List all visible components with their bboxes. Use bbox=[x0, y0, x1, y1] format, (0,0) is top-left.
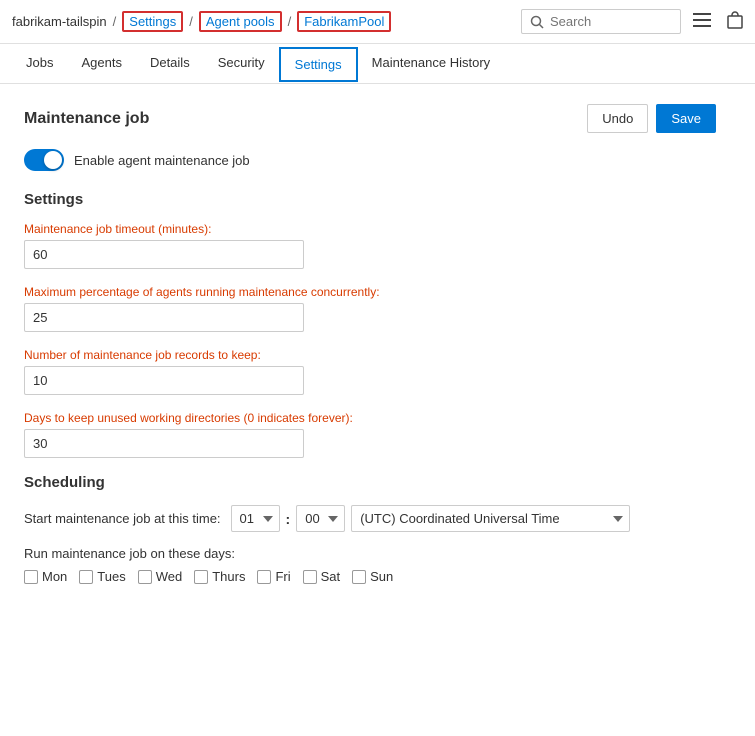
tab-settings[interactable]: Settings bbox=[279, 47, 358, 82]
toggle-knob bbox=[44, 151, 62, 169]
toggle-label: Enable agent maintenance job bbox=[74, 153, 250, 168]
start-time-label: Start maintenance job at this time: bbox=[24, 511, 221, 526]
day-item-sun: Sun bbox=[352, 569, 393, 584]
days-row: Mon Tues Wed Thurs Fri Sat bbox=[24, 569, 716, 584]
day-checkbox-thurs[interactable] bbox=[194, 570, 208, 584]
field-days-label: Days to keep unused working directories … bbox=[24, 411, 716, 425]
breadcrumb: fabrikam-tailspin / Settings / Agent poo… bbox=[12, 11, 521, 32]
settings-subtitle: Settings bbox=[24, 191, 716, 208]
breadcrumb-fabrikam-pool[interactable]: FabrikamPool bbox=[297, 11, 391, 32]
action-buttons: Undo Save bbox=[587, 104, 716, 133]
days-label: Run maintenance job on these days: bbox=[24, 546, 716, 561]
bag-icon[interactable] bbox=[727, 11, 743, 32]
main-content: Maintenance job Undo Save Enable agent m… bbox=[0, 84, 740, 604]
time-colon: : bbox=[286, 511, 291, 527]
day-label-fri: Fri bbox=[275, 569, 290, 584]
breadcrumb-agent-pools[interactable]: Agent pools bbox=[199, 11, 282, 32]
day-checkbox-sat[interactable] bbox=[303, 570, 317, 584]
day-checkbox-sun[interactable] bbox=[352, 570, 366, 584]
settings-subsection: Settings Maintenance job timeout (minute… bbox=[24, 191, 716, 458]
field-timeout-input[interactable] bbox=[24, 240, 304, 269]
search-icon bbox=[530, 15, 544, 29]
save-button[interactable]: Save bbox=[656, 104, 716, 133]
field-max-percentage-input[interactable] bbox=[24, 303, 304, 332]
org-name[interactable]: fabrikam-tailspin bbox=[12, 14, 107, 29]
day-label-sat: Sat bbox=[321, 569, 341, 584]
hour-select[interactable]: 01 02 03 04 05 06 07 08 09 10 11 12 bbox=[231, 505, 280, 532]
day-checkbox-mon[interactable] bbox=[24, 570, 38, 584]
field-records-to-keep: Number of maintenance job records to kee… bbox=[24, 348, 716, 395]
maintenance-job-title: Maintenance job bbox=[24, 110, 149, 128]
scheduling-title: Scheduling bbox=[24, 474, 716, 491]
tab-jobs[interactable]: Jobs bbox=[12, 47, 67, 80]
breadcrumb-sep-3: / bbox=[288, 14, 292, 29]
search-input[interactable] bbox=[550, 14, 660, 29]
tab-agents[interactable]: Agents bbox=[67, 47, 135, 80]
day-label-tues: Tues bbox=[97, 569, 125, 584]
day-item-wed: Wed bbox=[138, 569, 183, 584]
breadcrumb-sep-1: / bbox=[113, 14, 117, 29]
field-max-percentage-label: Maximum percentage of agents running mai… bbox=[24, 285, 716, 299]
maintenance-job-header: Maintenance job Undo Save bbox=[24, 104, 716, 133]
secondary-nav: Jobs Agents Details Security Settings Ma… bbox=[0, 44, 755, 84]
field-days-input[interactable] bbox=[24, 429, 304, 458]
enable-toggle[interactable] bbox=[24, 149, 64, 171]
time-row: Start maintenance job at this time: 01 0… bbox=[24, 505, 716, 532]
day-label-sun: Sun bbox=[370, 569, 393, 584]
scheduling-section: Scheduling Start maintenance job at this… bbox=[24, 474, 716, 584]
field-records-input[interactable] bbox=[24, 366, 304, 395]
undo-button[interactable]: Undo bbox=[587, 104, 648, 133]
minute-select[interactable]: 00 15 30 45 bbox=[296, 505, 345, 532]
day-item-tues: Tues bbox=[79, 569, 125, 584]
tab-maintenance-history[interactable]: Maintenance History bbox=[358, 47, 505, 80]
day-item-mon: Mon bbox=[24, 569, 67, 584]
day-checkbox-wed[interactable] bbox=[138, 570, 152, 584]
day-item-sat: Sat bbox=[303, 569, 341, 584]
list-icon[interactable] bbox=[693, 13, 711, 30]
toggle-row: Enable agent maintenance job bbox=[24, 149, 716, 171]
breadcrumb-sep-2: / bbox=[189, 14, 193, 29]
search-box[interactable] bbox=[521, 9, 681, 34]
day-item-fri: Fri bbox=[257, 569, 290, 584]
day-checkbox-tues[interactable] bbox=[79, 570, 93, 584]
tab-security[interactable]: Security bbox=[204, 47, 279, 80]
day-item-thurs: Thurs bbox=[194, 569, 245, 584]
field-records-label: Number of maintenance job records to kee… bbox=[24, 348, 716, 362]
day-checkbox-fri[interactable] bbox=[257, 570, 271, 584]
field-timeout: Maintenance job timeout (minutes): bbox=[24, 222, 716, 269]
field-days-to-keep: Days to keep unused working directories … bbox=[24, 411, 716, 458]
tab-details[interactable]: Details bbox=[136, 47, 204, 80]
field-timeout-label: Maintenance job timeout (minutes): bbox=[24, 222, 716, 236]
topbar-icons bbox=[693, 11, 743, 32]
field-max-percentage: Maximum percentage of agents running mai… bbox=[24, 285, 716, 332]
day-label-mon: Mon bbox=[42, 569, 67, 584]
timezone-select[interactable]: (UTC) Coordinated Universal Time (UTC-05… bbox=[351, 505, 630, 532]
topbar: fabrikam-tailspin / Settings / Agent poo… bbox=[0, 0, 755, 44]
breadcrumb-settings[interactable]: Settings bbox=[122, 11, 183, 32]
day-label-wed: Wed bbox=[156, 569, 183, 584]
day-label-thurs: Thurs bbox=[212, 569, 245, 584]
